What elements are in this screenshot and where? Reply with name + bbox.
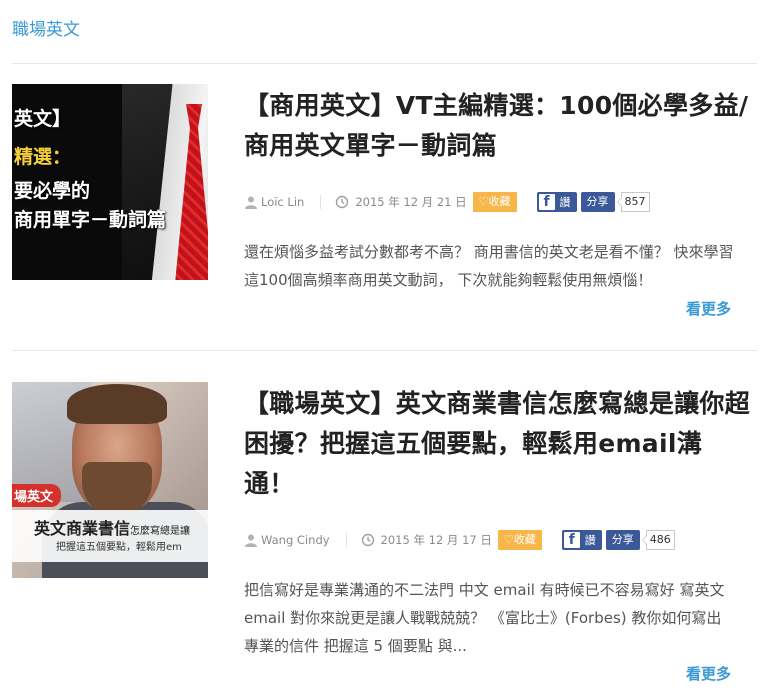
favorite-button[interactable]: ♡收藏 — [497, 530, 542, 550]
like-label: 讚 — [559, 196, 571, 209]
post-excerpt: 還在煩惱多益考試分數都考不高？ 商用書信的英文老是看不懂？ 快來學習這100個高… — [244, 243, 734, 289]
read-more-link[interactable]: 看更多 — [686, 298, 731, 319]
post-title[interactable]: 【商用英文】VT主編精選：100個必學多益/商用英文單字－動詞篇 — [244, 86, 752, 166]
thumbnail-caption-small: 怎麼寫總是讓 — [130, 526, 191, 537]
meta-separator — [345, 533, 347, 547]
thumbnail-caption: 英文商業書信怎麼寫總是讓 — [34, 515, 190, 539]
read-more-link[interactable]: 看更多 — [686, 663, 731, 684]
divider — [12, 350, 757, 351]
favorite-button[interactable]: ♡收藏 — [472, 192, 517, 212]
thumbnail-tag: 場英文 — [12, 484, 62, 507]
category-heading[interactable]: 職場英文 — [12, 15, 80, 40]
facebook-like-button[interactable]: f 讚 — [561, 530, 602, 550]
thumbnail-text: 要必學的 — [14, 180, 91, 202]
post-title[interactable]: 【職場英文】英文商業書信怎麼寫總是讓你超困擾？把握這五個要點，輕鬆用email溝… — [244, 384, 752, 504]
facebook-share-button[interactable]: 分享 — [580, 192, 615, 212]
like-label: 讚 — [584, 534, 596, 547]
thumbnail-hair — [67, 384, 167, 424]
thumbnail-text: 精選： — [14, 146, 72, 168]
facebook-icon: f — [563, 532, 580, 548]
clock-icon — [361, 533, 375, 547]
author-name[interactable]: Wang Cindy — [261, 533, 330, 547]
facebook-share-button[interactable]: 分享 — [605, 530, 640, 550]
share-count: 486 — [641, 530, 675, 550]
thumbnail-caption-line2: 把握這五個要點，輕鬆用em — [56, 542, 182, 553]
post-excerpt: 把信寫好是專業溝通的不二法門 中文 email 有時候已不容易寫好 寫英文 em… — [244, 581, 725, 655]
meta-separator — [320, 195, 322, 209]
post-meta: Wang Cindy 2015 年 12 月 17 日 ♡收藏 f 讚 分享 4… — [244, 529, 675, 551]
clock-icon — [335, 195, 349, 209]
thumbnail-text: 商用單字－動詞篇 — [14, 209, 167, 231]
post-thumbnail[interactable]: 英文】 精選： 要必學的 商用單字－動詞篇 — [12, 84, 208, 280]
thumbnail-text: 英文】 — [14, 108, 72, 130]
thumbnail-caption-main: 英文商業書信 — [34, 519, 131, 538]
post-date: 2015 年 12 月 17 日 — [380, 533, 492, 547]
author-name[interactable]: Loïc Lin — [261, 195, 304, 209]
user-icon — [244, 533, 258, 547]
share-count: 857 — [616, 192, 650, 212]
post-thumbnail[interactable]: 場英文 英文商業書信怎麼寫總是讓 把握這五個要點，輕鬆用em — [12, 382, 208, 578]
facebook-like-button[interactable]: f 讚 — [536, 192, 577, 212]
post-date: 2015 年 12 月 21 日 — [355, 195, 467, 209]
divider — [12, 63, 757, 64]
facebook-icon: f — [538, 194, 555, 210]
post-meta: Loïc Lin 2015 年 12 月 21 日 ♡收藏 f 讚 分享 857 — [244, 191, 650, 213]
user-icon — [244, 195, 258, 209]
